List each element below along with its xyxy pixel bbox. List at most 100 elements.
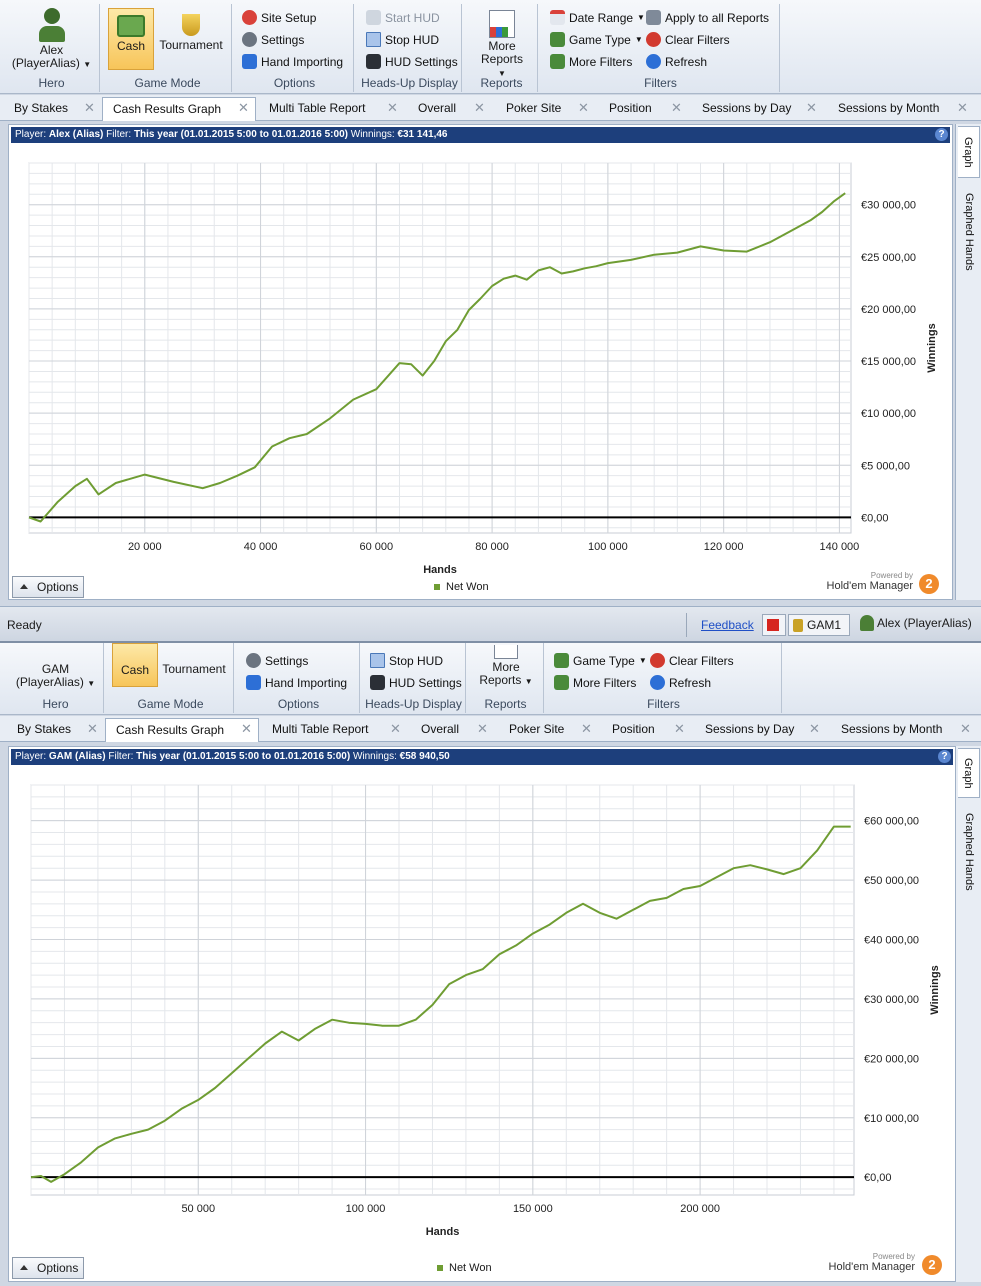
flag-button[interactable] bbox=[762, 614, 786, 636]
game-type-button[interactable]: Game Type ▼ bbox=[550, 32, 643, 47]
filters-group-title: Filters bbox=[647, 697, 680, 711]
current-user[interactable]: Alex (PlayerAlias) bbox=[860, 615, 972, 631]
close-icon[interactable]: ✕ bbox=[671, 97, 682, 119]
site-setup-button[interactable]: Site Setup bbox=[242, 10, 316, 25]
more-filters-button[interactable]: More Filters bbox=[554, 675, 636, 690]
stop-hud-button[interactable]: Stop HUD bbox=[370, 653, 443, 668]
hero-alias: (PlayerAlias) bbox=[15, 675, 84, 689]
brand-name: Hold'em Manager bbox=[828, 1261, 915, 1273]
close-icon[interactable]: ✕ bbox=[474, 97, 485, 119]
x-tick-label: 60 000 bbox=[359, 541, 393, 553]
tab-by-stakes[interactable]: By Stakes bbox=[13, 718, 71, 742]
side-tabs: Graph Graphed Hands bbox=[955, 124, 981, 600]
filter-value: This year (01.01.2015 5:00 to 01.01.2016… bbox=[136, 751, 351, 762]
hud-settings-button[interactable]: HUD Settings bbox=[370, 675, 462, 690]
filters-group: Game Type ▼ Clear Filters More Filters Re… bbox=[546, 643, 782, 713]
tab-poker-site[interactable]: Poker Site bbox=[505, 718, 564, 742]
options-group-title: Options bbox=[277, 697, 320, 711]
more-reports-button[interactable]: More Reports ▼ bbox=[476, 10, 528, 80]
close-icon[interactable]: ✕ bbox=[387, 97, 398, 119]
close-icon[interactable]: ✕ bbox=[809, 718, 820, 740]
hero-avatar-icon[interactable] bbox=[38, 8, 66, 44]
tab-sessions-by-day[interactable]: Sessions by Day bbox=[698, 97, 791, 121]
chevron-down-icon: ▼ bbox=[634, 35, 643, 44]
powered-by-label: Powered by bbox=[872, 1252, 915, 1261]
site-status-button[interactable]: GAM1 bbox=[788, 614, 850, 636]
side-tab-graphed-hands[interactable]: Graphed Hands bbox=[958, 182, 980, 282]
stop-hud-label: Stop HUD bbox=[385, 32, 440, 47]
game-type-icon bbox=[550, 32, 565, 47]
tournament-button[interactable]: Tournament bbox=[158, 643, 230, 687]
x-tick-label: 100 000 bbox=[588, 541, 628, 553]
apply-all-reports-button[interactable]: Apply to all Reports bbox=[646, 10, 769, 25]
cash-button[interactable]: Cash bbox=[108, 8, 154, 70]
close-icon[interactable]: ✕ bbox=[957, 97, 968, 119]
hud-group: Start HUD Stop HUD HUD Settings Heads-Up… bbox=[358, 4, 462, 92]
chevron-down-icon: ▼ bbox=[524, 677, 533, 686]
side-tab-graphed-hands[interactable]: Graphed Hands bbox=[958, 802, 980, 902]
hud-settings-button[interactable]: HUD Settings bbox=[366, 54, 458, 69]
filters-group-title: Filters bbox=[644, 76, 677, 90]
close-icon[interactable]: ✕ bbox=[390, 718, 401, 740]
help-icon[interactable]: ? bbox=[935, 128, 948, 141]
close-icon[interactable]: ✕ bbox=[581, 718, 592, 740]
close-icon[interactable]: ✕ bbox=[238, 97, 249, 119]
tournament-button[interactable]: Tournament bbox=[156, 8, 226, 70]
options-button[interactable]: Options bbox=[12, 576, 84, 598]
current-user-label: Alex (PlayerAlias) bbox=[877, 616, 972, 630]
close-icon[interactable]: ✕ bbox=[87, 718, 98, 740]
hand-importing-button[interactable]: Hand Importing bbox=[242, 54, 343, 69]
settings-button[interactable]: Settings bbox=[242, 32, 304, 47]
apply-reports-icon bbox=[646, 10, 661, 25]
cash-button[interactable]: Cash bbox=[112, 643, 158, 687]
close-icon[interactable]: ✕ bbox=[674, 718, 685, 740]
tab-poker-site[interactable]: Poker Site bbox=[502, 97, 561, 121]
stop-hud-button[interactable]: Stop HUD bbox=[366, 32, 439, 47]
tab-cash-results-graph[interactable]: Cash Results Graph bbox=[105, 718, 259, 742]
date-range-button[interactable]: Date Range ▼ bbox=[550, 10, 645, 25]
graph-header: Player: Alex (Alias) Filter: This year (… bbox=[11, 127, 950, 143]
tab-overall[interactable]: Overall bbox=[417, 718, 459, 742]
close-icon[interactable]: ✕ bbox=[84, 97, 95, 119]
tab-sessions-by-month[interactable]: Sessions by Month bbox=[834, 97, 939, 121]
more-reports-button[interactable]: More Reports ▼ bbox=[478, 645, 534, 688]
tab-overall[interactable]: Overall bbox=[414, 97, 456, 121]
close-icon[interactable]: ✕ bbox=[241, 718, 252, 740]
clear-filters-button[interactable]: Clear Filters bbox=[650, 653, 734, 668]
help-icon[interactable]: ? bbox=[938, 750, 951, 763]
y-tick-label: €20 000,00 bbox=[861, 304, 916, 316]
tab-multi-table-report[interactable]: Multi Table Report bbox=[268, 718, 369, 742]
graph-panel: Player: GAM (Alias) Filter: This year (0… bbox=[8, 746, 956, 1282]
tab-position[interactable]: Position bbox=[608, 718, 655, 742]
start-hud-button[interactable]: Start HUD bbox=[366, 10, 440, 25]
side-tab-graph[interactable]: Graph bbox=[958, 126, 980, 178]
tab-by-stakes[interactable]: By Stakes bbox=[10, 97, 68, 121]
more-filters-button[interactable]: More Filters bbox=[550, 54, 632, 69]
tab-sessions-by-day[interactable]: Sessions by Day bbox=[701, 718, 794, 742]
game-type-button[interactable]: Game Type ▼ bbox=[554, 653, 647, 668]
red-flag-icon bbox=[767, 619, 779, 631]
tab-position[interactable]: Position bbox=[605, 97, 652, 121]
settings-button[interactable]: Settings bbox=[246, 653, 308, 668]
hero-selector[interactable]: Alex (PlayerAlias) ▼ bbox=[4, 44, 99, 71]
hand-importing-button[interactable]: Hand Importing bbox=[246, 675, 347, 690]
side-tab-graph[interactable]: Graph bbox=[958, 748, 980, 798]
y-axis-label: Winnings bbox=[929, 965, 941, 1014]
feedback-link[interactable]: Feedback bbox=[701, 618, 754, 632]
close-icon[interactable]: ✕ bbox=[960, 718, 971, 740]
legend-label-net-won: Net Won bbox=[446, 581, 489, 593]
options-button[interactable]: Options bbox=[12, 1257, 84, 1279]
x-tick-label: 150 000 bbox=[513, 1203, 553, 1215]
y-tick-label: €30 000,00 bbox=[861, 200, 916, 212]
tab-sessions-by-month[interactable]: Sessions by Month bbox=[837, 718, 942, 742]
tab-multi-table-report[interactable]: Multi Table Report bbox=[265, 97, 366, 121]
refresh-button[interactable]: Refresh bbox=[650, 675, 711, 690]
tab-cash-results-graph[interactable]: Cash Results Graph bbox=[102, 97, 256, 121]
hero-selector[interactable]: GAM (PlayerAlias) ▼ bbox=[8, 663, 103, 690]
refresh-button[interactable]: Refresh bbox=[646, 54, 707, 69]
close-icon[interactable]: ✕ bbox=[578, 97, 589, 119]
close-icon[interactable]: ✕ bbox=[477, 718, 488, 740]
close-icon[interactable]: ✕ bbox=[806, 97, 817, 119]
clear-filters-button[interactable]: Clear Filters bbox=[646, 32, 730, 47]
graph-panel: Player: Alex (Alias) Filter: This year (… bbox=[8, 124, 953, 600]
